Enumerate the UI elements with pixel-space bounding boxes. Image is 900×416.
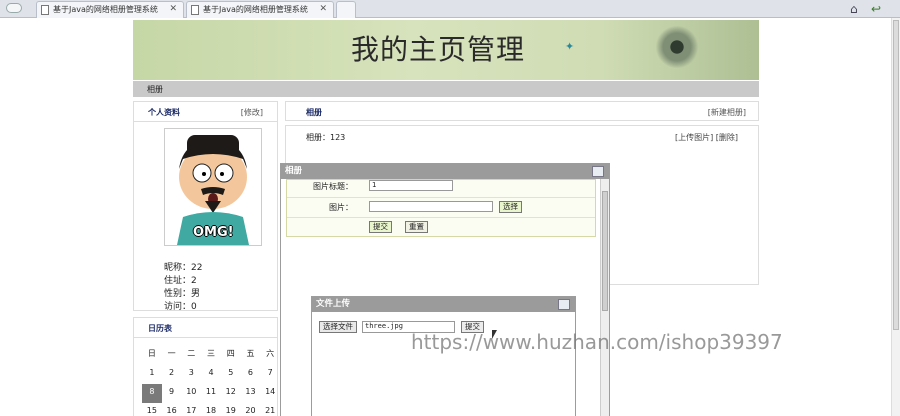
calendar-day[interactable]: 1	[142, 365, 162, 384]
page-scrollbar[interactable]	[891, 18, 900, 416]
profile-box: 个人资料 [修改] OMG! 昵称：22 住址：2 性别：男 访问：0	[133, 101, 278, 314]
calendar-grid: 日 一 二 三 四 五 六 1 2 3 4 5 6 7 8 9 10 11 12…	[142, 346, 280, 416]
calendar-day[interactable]: 12	[221, 384, 241, 403]
browser-tab-strip: 基于Java的网络相册管理系统 ✕ 基于Java的网络相册管理系统 ✕ ⌂ ↩	[0, 0, 900, 18]
browser-tab-2[interactable]: 基于Java的网络相册管理系统 ✕	[186, 1, 334, 18]
weekday: 六	[266, 349, 275, 358]
calendar-day[interactable]: 5	[221, 365, 241, 384]
calendar-day[interactable]: 20	[241, 403, 261, 416]
banner-decoration	[649, 20, 719, 80]
album-dialog-scrollbar[interactable]	[600, 179, 609, 416]
browser-tab-title: 基于Java的网络相册管理系统	[53, 5, 158, 14]
profile-nickname: 昵称：22	[164, 263, 203, 273]
weekday: 二	[187, 349, 196, 358]
calendar-week: 1 2 3 4 5 6 7	[142, 365, 280, 384]
pic-title-input[interactable]: 1	[369, 180, 453, 191]
weekday: 日	[147, 349, 156, 358]
image-path-input[interactable]	[369, 201, 493, 212]
album-count: 相册：123	[306, 133, 346, 142]
back-arrow-icon[interactable]: ↩	[871, 2, 881, 16]
profile-header: 个人资料 [修改]	[134, 102, 277, 122]
upload-dialog-title: 文件上传	[316, 299, 351, 309]
calendar-day[interactable]: 18	[201, 403, 221, 416]
butterfly-icon: ✦	[565, 40, 575, 53]
calendar-day[interactable]: 7	[260, 365, 280, 384]
upload-dialog: 文件上传 选择文件 three.jpg 提交	[311, 296, 576, 416]
close-icon[interactable]: ✕	[319, 2, 327, 17]
profile-title: 个人资料	[148, 108, 180, 117]
choose-file-button[interactable]: 选择文件	[319, 321, 357, 333]
album-title: 相册	[306, 108, 322, 117]
choose-button[interactable]: 选择	[499, 201, 522, 213]
image-label: 图片：	[329, 203, 353, 212]
home-icon[interactable]: ⌂	[850, 2, 858, 16]
calendar-day-today[interactable]: 8	[142, 384, 162, 403]
close-icon[interactable]	[558, 299, 570, 310]
weekday: 三	[207, 349, 216, 358]
calendar-day[interactable]: 19	[221, 403, 241, 416]
calendar-day[interactable]: 6	[241, 365, 261, 384]
weekday: 一	[167, 349, 176, 358]
calendar-day[interactable]: 16	[162, 403, 182, 416]
calendar-day[interactable]: 11	[201, 384, 221, 403]
avatar-caption: OMG!	[193, 225, 234, 240]
scrollbar-thumb[interactable]	[893, 20, 899, 330]
nav-item-album[interactable]: 相册	[147, 84, 163, 95]
calendar-week: 15 16 17 18 19 20 21	[142, 403, 280, 416]
close-icon[interactable]	[592, 166, 604, 177]
upload-dialog-header: 文件上传	[312, 297, 575, 312]
pic-title-label: 图片标题：	[313, 182, 353, 191]
submit-button[interactable]: 提交	[369, 221, 392, 233]
scrollbar-thumb[interactable]	[602, 191, 608, 311]
calendar-day[interactable]: 17	[181, 403, 201, 416]
album-dialog-title: 相册	[285, 166, 303, 176]
reset-button[interactable]: 重置	[405, 221, 428, 233]
document-icon	[41, 5, 49, 15]
profile-gender: 性别：男	[164, 289, 201, 299]
browser-tab-title: 基于Java的网络相册管理系统	[203, 5, 308, 14]
profile-address: 住址：2	[164, 276, 197, 286]
calendar-day[interactable]: 14	[260, 384, 280, 403]
delete-link[interactable]: [删除]	[716, 133, 738, 142]
close-icon[interactable]: ✕	[169, 2, 177, 17]
calendar-day[interactable]: 2	[162, 365, 182, 384]
calendar-day[interactable]: 3	[181, 365, 201, 384]
weekday: 四	[226, 349, 235, 358]
new-tab-button[interactable]	[336, 1, 356, 18]
calendar-header: 日历表	[134, 318, 277, 338]
album-header: 相册 [新建相册]	[285, 101, 759, 121]
album-dialog-form: 图片标题： 1 图片： 选择 提交 重置	[286, 179, 596, 237]
cloud-icon	[6, 3, 22, 13]
avatar: OMG!	[164, 128, 262, 246]
calendar-day[interactable]: 9	[162, 384, 182, 403]
document-icon	[191, 5, 199, 15]
profile-details: 昵称：22 住址：2 性别：男 访问：0	[164, 262, 202, 314]
calendar-week: 8 9 10 11 12 13 14	[142, 384, 280, 403]
calendar-title: 日历表	[148, 324, 172, 333]
calendar-box: 日历表 日 一 二 三 四 五 六 1 2 3 4 5 6 7 8 9 10 1…	[133, 317, 278, 416]
watermark-text: https://www.huzhan.com/ishop39397	[411, 330, 783, 354]
calendar-day[interactable]: 13	[241, 384, 261, 403]
calendar-day[interactable]: 10	[181, 384, 201, 403]
new-album-link[interactable]: [新建相册]	[708, 107, 746, 118]
upload-image-link[interactable]: [上传图片]	[675, 133, 713, 142]
browser-tab-1[interactable]: 基于Java的网络相册管理系统 ✕	[36, 1, 184, 18]
page-title: 我的主页管理	[351, 33, 526, 66]
profile-edit-link[interactable]: [修改]	[241, 107, 263, 118]
calendar-weekdays: 日 一 二 三 四 五 六	[142, 346, 280, 365]
nav-bar: 相册	[133, 81, 759, 97]
profile-visits: 访问：0	[164, 302, 197, 312]
calendar-day[interactable]: 4	[201, 365, 221, 384]
album-dialog-header: 相册	[281, 164, 609, 179]
calendar-day[interactable]: 21	[260, 403, 280, 416]
calendar-day[interactable]: 15	[142, 403, 162, 416]
weekday: 五	[246, 349, 255, 358]
album-actions: [上传图片] [删除]	[675, 132, 738, 143]
header-banner: 我的主页管理 ✦	[133, 20, 759, 80]
